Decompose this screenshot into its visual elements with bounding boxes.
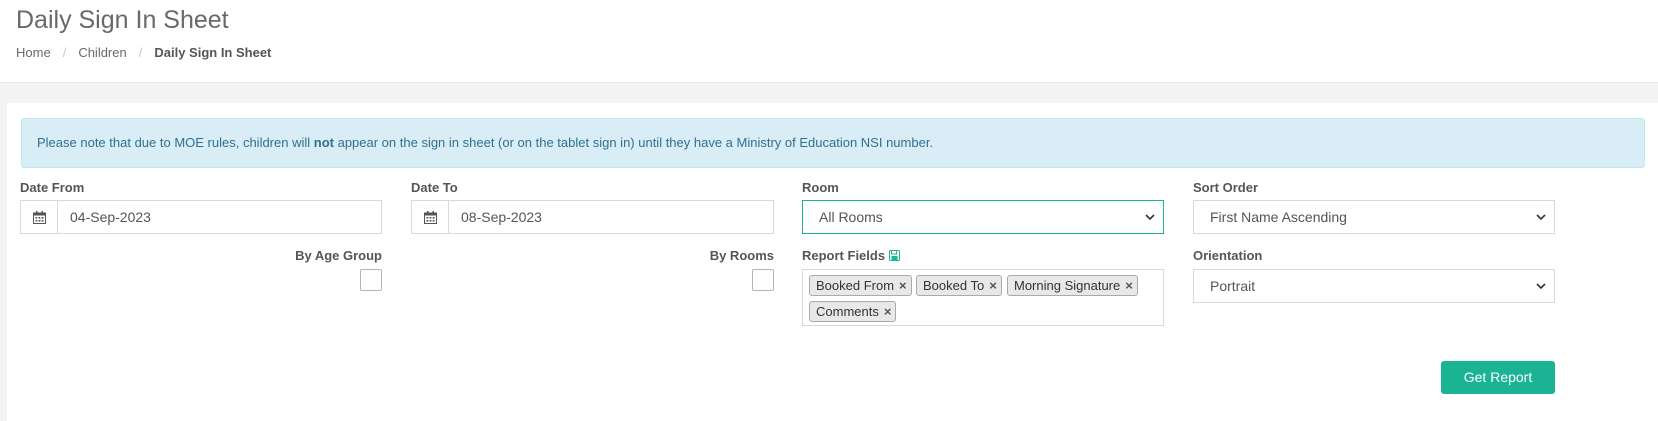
sort-order-label: Sort Order bbox=[1193, 180, 1259, 195]
report-fields-label: Report Fields bbox=[802, 248, 901, 264]
calendar-icon[interactable] bbox=[21, 201, 58, 233]
tag-remove-icon[interactable]: × bbox=[884, 304, 892, 319]
report-panel: Please note that due to MOE rules, child… bbox=[7, 103, 1658, 421]
tag-label: Comments bbox=[816, 304, 879, 319]
report-field-tag[interactable]: Morning Signature × bbox=[1007, 275, 1138, 296]
report-fields-label-text: Report Fields bbox=[802, 248, 886, 263]
by-rooms-checkbox[interactable] bbox=[752, 269, 774, 291]
report-field-tag[interactable]: Comments × bbox=[809, 301, 897, 322]
date-from-input[interactable]: 04-Sep-2023 bbox=[58, 201, 381, 233]
by-rooms-label: By Rooms bbox=[709, 248, 774, 263]
tag-remove-icon[interactable]: × bbox=[989, 278, 997, 293]
orientation-label: Orientation bbox=[1193, 248, 1263, 263]
breadcrumb-home[interactable]: Home bbox=[16, 45, 51, 60]
sort-order-select[interactable]: First Name Ascending bbox=[1193, 200, 1555, 234]
tag-label: Booked To bbox=[923, 278, 985, 293]
report-field-tag[interactable]: Booked To × bbox=[916, 275, 1002, 296]
tag-label: Morning Signature bbox=[1014, 278, 1121, 293]
by-age-group-checkbox[interactable] bbox=[360, 269, 382, 291]
chevron-down-icon bbox=[1536, 270, 1546, 302]
sort-order-select-value: First Name Ascending bbox=[1210, 209, 1347, 225]
breadcrumb: Home / Children / Daily Sign In Sheet bbox=[16, 45, 271, 60]
moe-info-alert: Please note that due to MOE rules, child… bbox=[21, 118, 1645, 168]
alert-text-before: Please note that due to MOE rules, child… bbox=[37, 135, 314, 150]
room-select[interactable]: All Rooms bbox=[802, 200, 1164, 234]
room-select-value: All Rooms bbox=[819, 209, 883, 225]
alert-text-after: appear on the sign in sheet (or on the t… bbox=[333, 135, 934, 150]
breadcrumb-separator: / bbox=[138, 45, 143, 60]
tag-label: Booked From bbox=[816, 278, 895, 293]
date-to-input[interactable]: 08-Sep-2023 bbox=[449, 201, 773, 233]
breadcrumb-children[interactable]: Children bbox=[78, 45, 126, 60]
date-to-label: Date To bbox=[411, 180, 458, 195]
chevron-down-icon bbox=[1145, 201, 1155, 233]
report-field-tag[interactable]: Booked From × bbox=[809, 275, 912, 296]
tag-remove-icon[interactable]: × bbox=[899, 278, 907, 293]
tag-remove-icon[interactable]: × bbox=[1125, 278, 1133, 293]
by-age-group-label: By Age Group bbox=[295, 248, 382, 263]
chevron-down-icon bbox=[1536, 201, 1546, 233]
alert-text-emphasis: not bbox=[313, 135, 334, 150]
date-from-field[interactable]: 04-Sep-2023 bbox=[20, 200, 382, 234]
date-to-field[interactable]: 08-Sep-2023 bbox=[411, 200, 774, 234]
page-title: Daily Sign In Sheet bbox=[16, 6, 229, 34]
save-icon[interactable] bbox=[889, 249, 901, 264]
get-report-button[interactable]: Get Report bbox=[1441, 361, 1555, 394]
breadcrumb-separator: / bbox=[62, 45, 67, 60]
orientation-select[interactable]: Portrait bbox=[1193, 269, 1555, 303]
calendar-icon[interactable] bbox=[412, 201, 449, 233]
breadcrumb-current: Daily Sign In Sheet bbox=[154, 45, 272, 60]
room-label: Room bbox=[802, 180, 839, 195]
page-header: Daily Sign In Sheet Home / Children / Daily … bbox=[0, 0, 1658, 83]
report-fields-multiselect[interactable]: Booked From × Booked To × Morning Signatur… bbox=[802, 269, 1164, 326]
date-from-label: Date From bbox=[20, 180, 85, 195]
orientation-select-value: Portrait bbox=[1210, 278, 1256, 294]
